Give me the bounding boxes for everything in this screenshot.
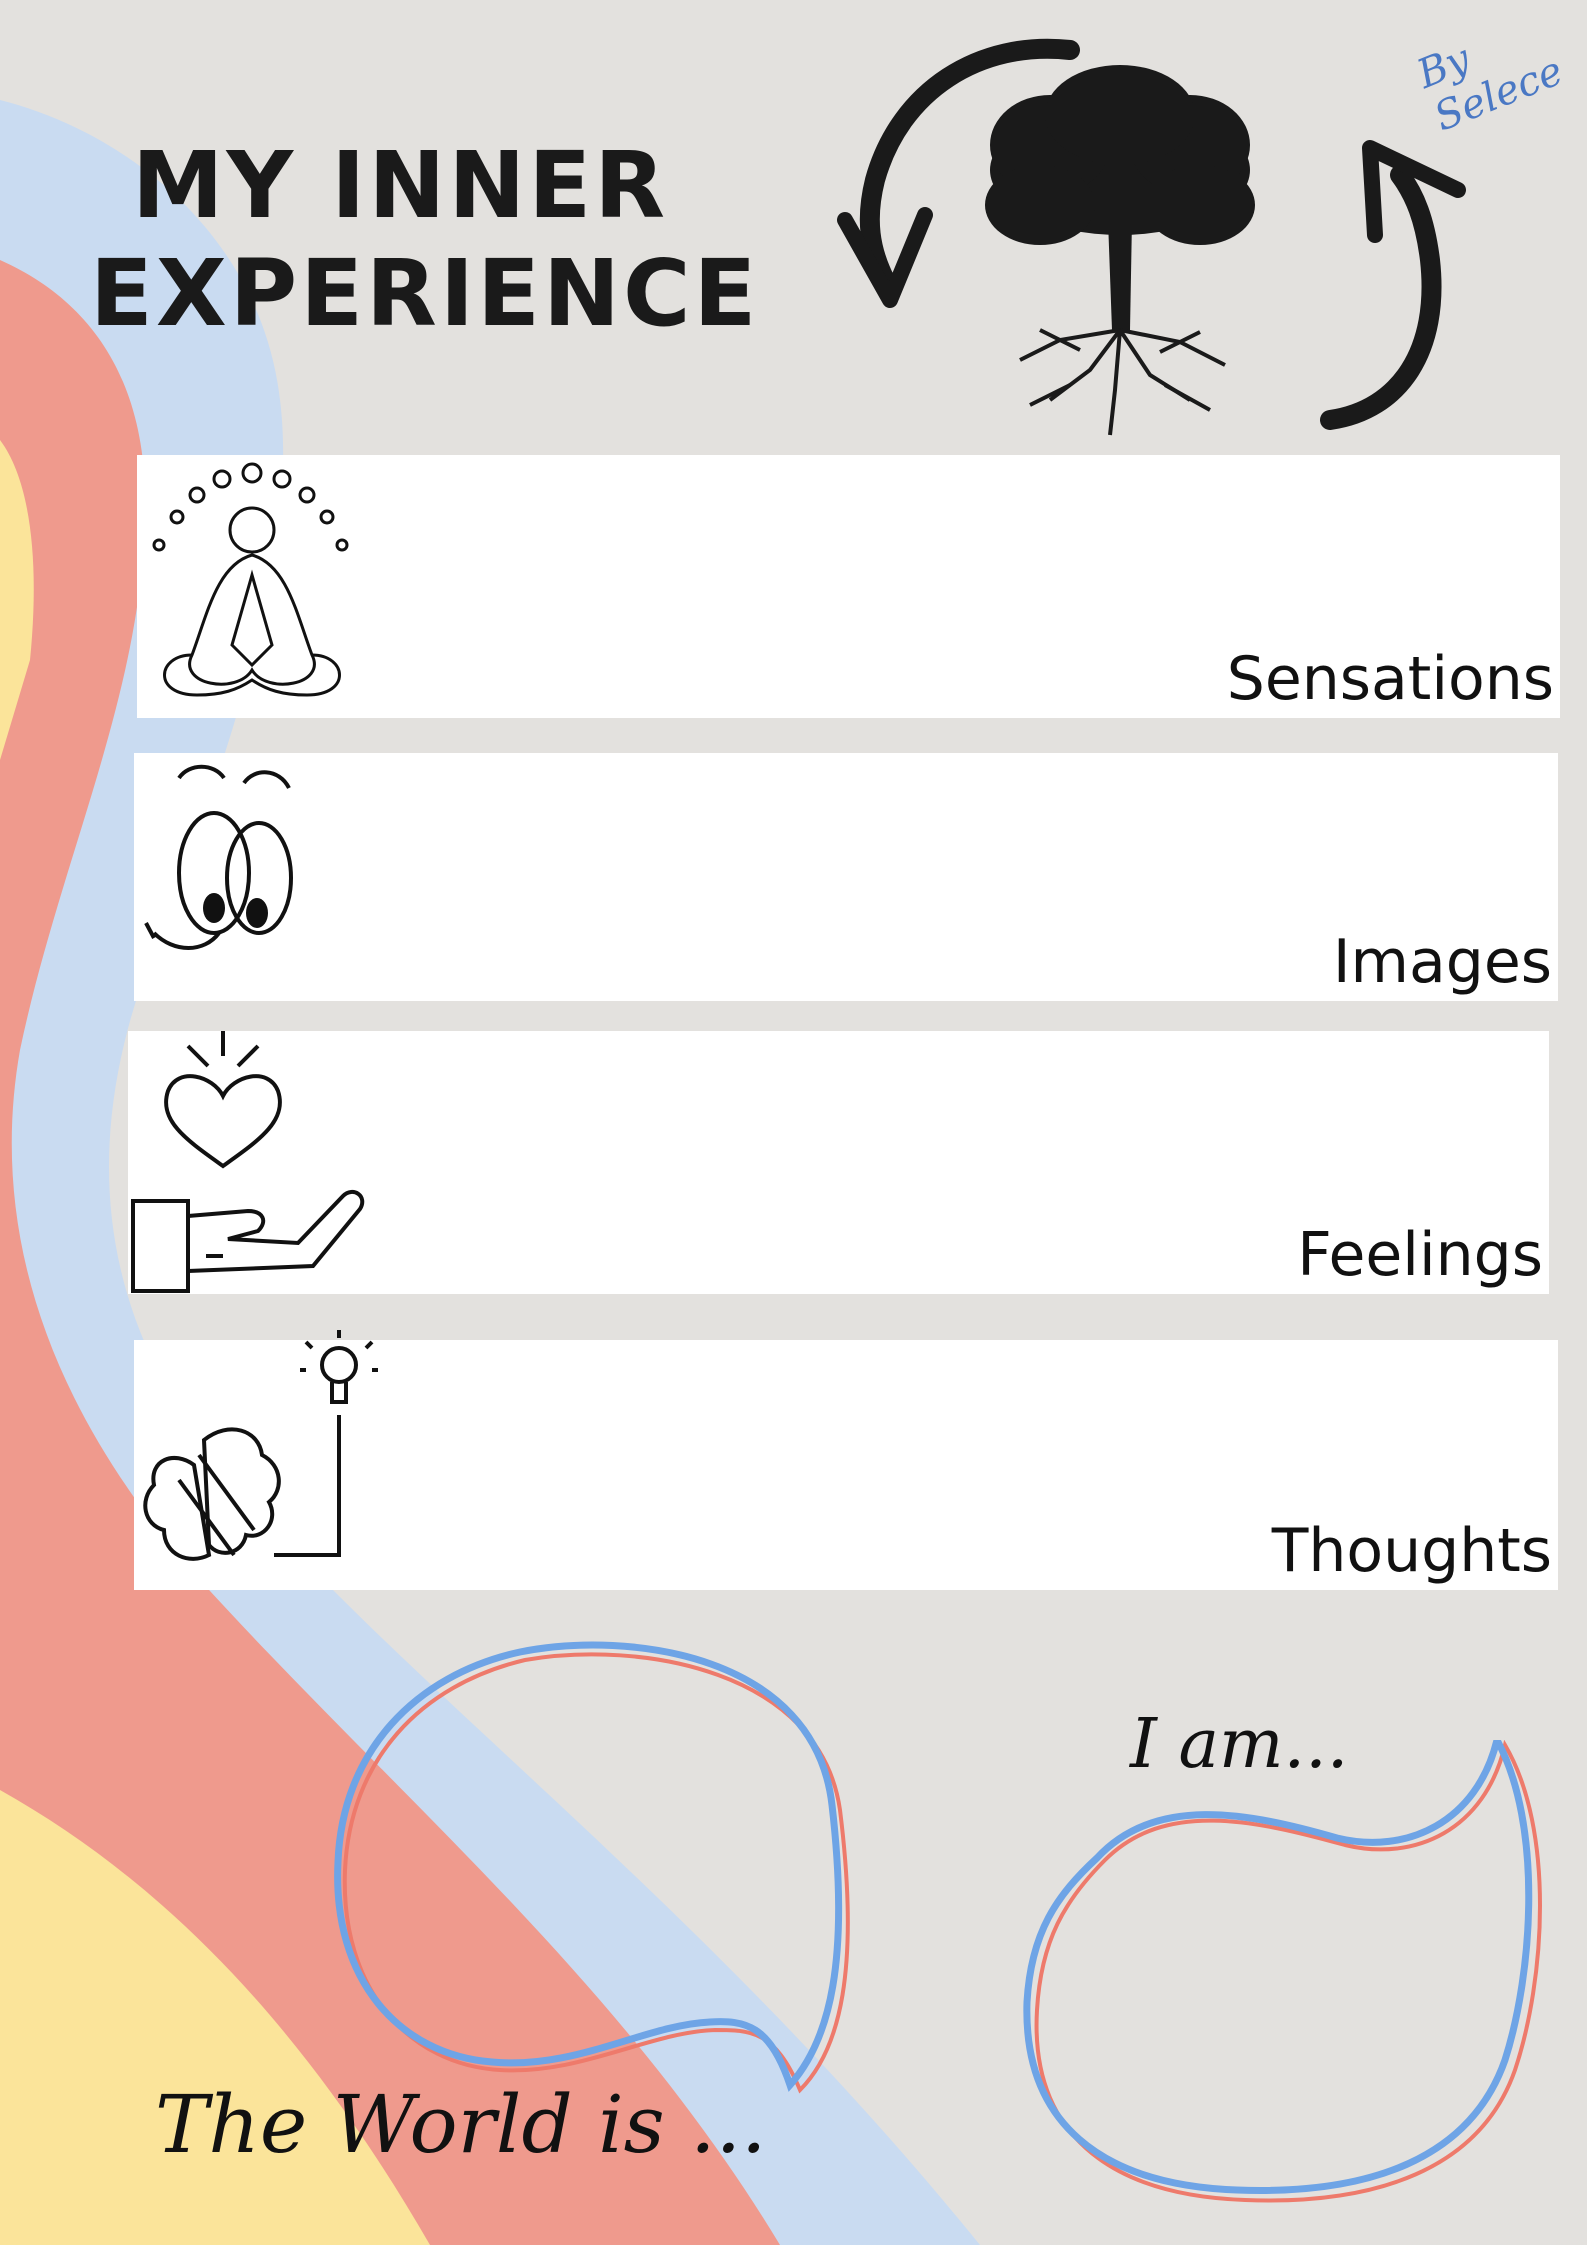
- panel-label-images: Images: [1332, 927, 1552, 997]
- panel-thoughts[interactable]: Thoughts: [134, 1330, 1558, 1590]
- page-title: MY INNER EXPERIENCE: [90, 132, 760, 348]
- self-bubble-blue-outline: [1023, 1740, 1533, 2194]
- cycle-arrow-right-icon: [1320, 140, 1466, 430]
- self-caption: I am...: [1130, 1705, 1349, 1784]
- world-bubble-red-outline: [342, 1652, 850, 2094]
- heart-in-hand-icon: [131, 1031, 365, 1293]
- tree-icon: [985, 65, 1255, 436]
- cartoon-eyes-icon: [144, 764, 293, 950]
- panel-label-sensations: Sensations: [1226, 644, 1554, 714]
- self-bubble-red-outline: [1034, 1740, 1542, 2203]
- brain-lightbulb-icon: [143, 1330, 378, 1561]
- panel-label-thoughts: Thoughts: [1271, 1516, 1552, 1586]
- meditation-icon: [152, 462, 349, 697]
- panel-label-feelings: Feelings: [1297, 1220, 1543, 1290]
- title-line-1: MY INNER: [131, 132, 669, 239]
- panel-feelings[interactable]: Feelings: [128, 1031, 1549, 1294]
- worksheet-page: MY INNER EXPERIENCE By Selece Sensations…: [0, 0, 1587, 2245]
- self-speech-bubble: [1023, 1740, 1542, 2203]
- world-bubble-blue-outline: [334, 1641, 843, 2092]
- title-line-2: EXPERIENCE: [90, 240, 760, 347]
- world-speech-bubble: [334, 1641, 850, 2094]
- panel-images[interactable]: Images: [134, 753, 1558, 1001]
- tree-cycle-illustration: [837, 38, 1466, 436]
- panel-sensations[interactable]: Sensations: [137, 455, 1560, 718]
- world-caption: The World is ...: [155, 2078, 767, 2171]
